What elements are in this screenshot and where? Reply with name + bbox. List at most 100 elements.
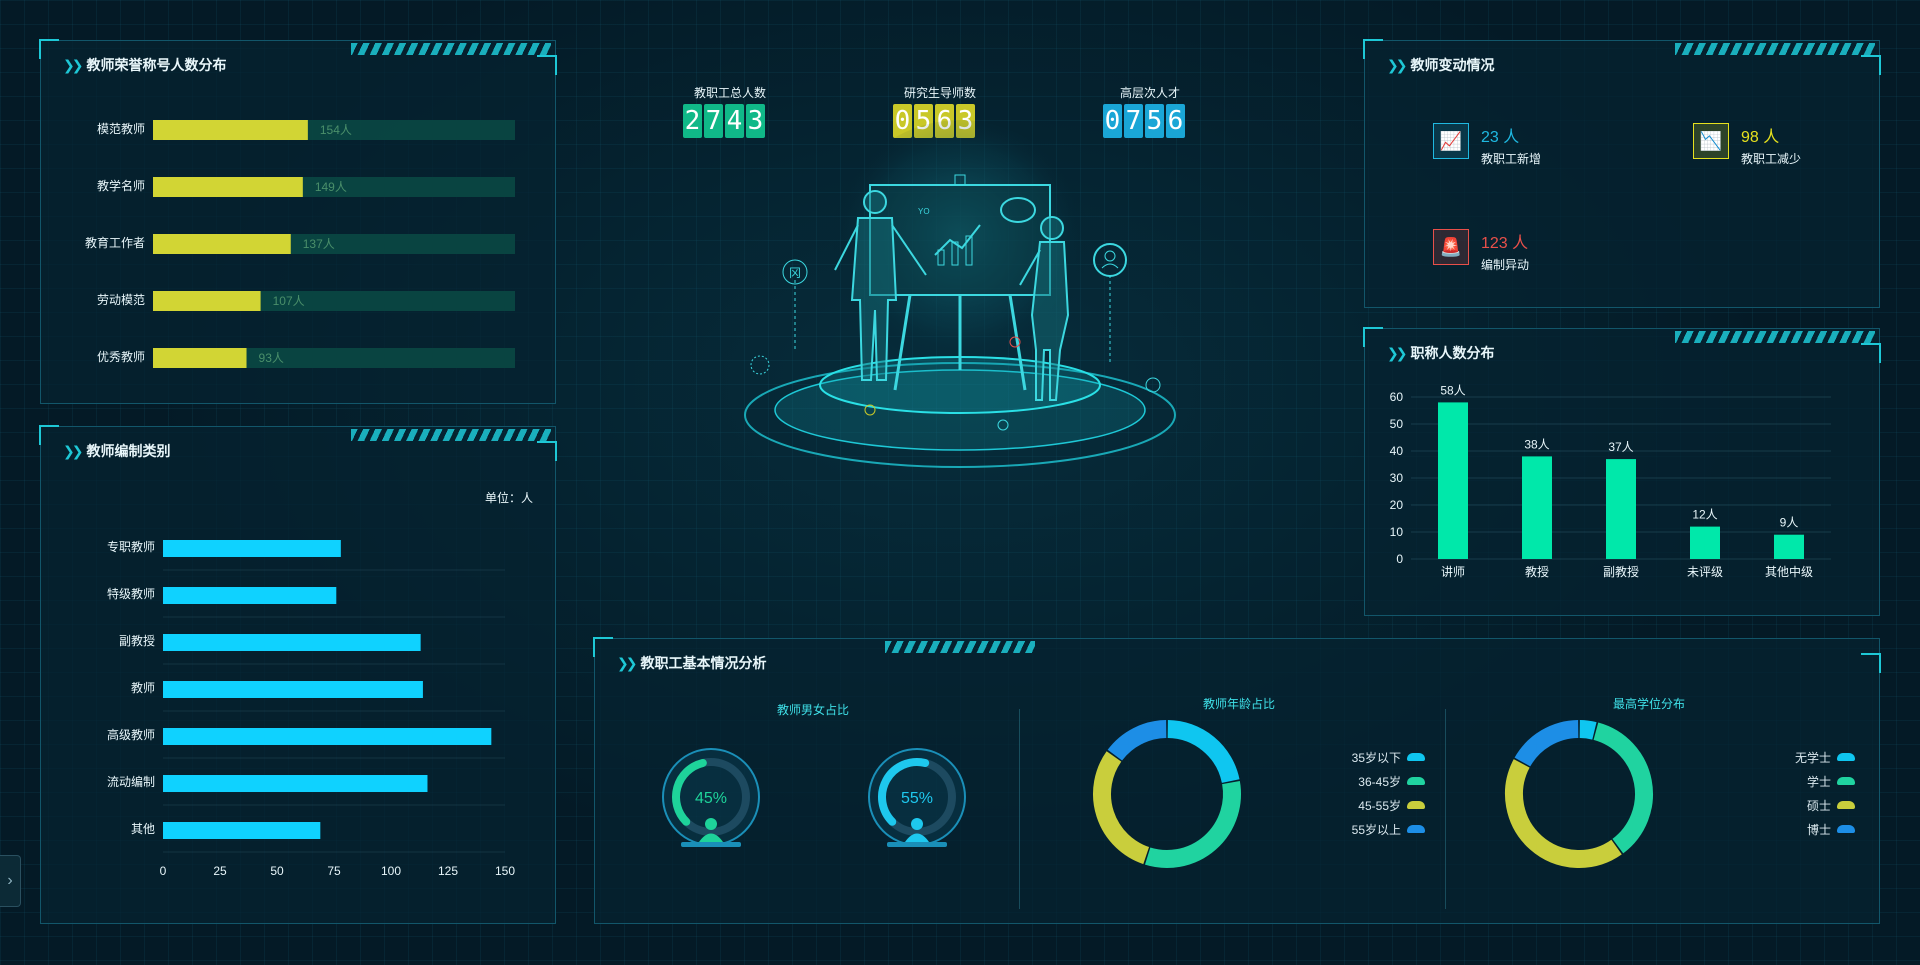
gauge-base (887, 842, 947, 847)
legend-swatch (1407, 825, 1425, 833)
legend-swatch (1407, 801, 1425, 809)
honor-bar (153, 177, 303, 197)
donut-slice (1107, 720, 1167, 761)
counter-label: 研究生导师数 (903, 86, 976, 100)
donut-slice (1144, 781, 1241, 868)
legend-swatch (1407, 753, 1425, 761)
legend-item: 36-45岁 (1325, 769, 1425, 793)
chart-down-icon: 📉 (1693, 123, 1729, 159)
counter-digit: 7 (704, 104, 723, 138)
chevron-right-icon: › (7, 872, 13, 889)
legend-swatch (1837, 801, 1855, 809)
change-item-transfer: 🚨 123 人编制异动 (1433, 229, 1529, 273)
staffing-bar (163, 681, 423, 698)
staffing-bar (163, 540, 341, 557)
panel-corner-decoration (1363, 39, 1383, 59)
honor-bar (153, 291, 261, 311)
donut-slice (1505, 759, 1622, 868)
staffing-bar (163, 728, 492, 745)
panel-corner-decoration (1861, 55, 1881, 75)
chevron-icon: ❯❯ (1387, 56, 1408, 73)
honor-panel: ❯❯ 教师荣誉称号人数分布 模范教师 154人 教学名师 149人 教育工作者 137人 劳动… (39, 39, 557, 404)
legend-item: 55岁以上 (1325, 817, 1425, 841)
staffing-label: 高级教师 (107, 727, 155, 742)
legend-item: 45-55岁 (1325, 793, 1425, 817)
staffing-bar-chart: 专职教师特级教师副教授教师高级教师流动编制其他 0 25 50 75 100 125 150 (107, 539, 515, 878)
legend-swatch (1837, 753, 1855, 761)
title-bar (1522, 456, 1552, 559)
svg-text:冈: 冈 (789, 266, 801, 280)
legend-label: 硕士 (1806, 798, 1831, 813)
x-tick-label: 125 (438, 864, 458, 878)
legend-label: 学士 (1806, 774, 1831, 789)
title-bar (1606, 459, 1636, 559)
donut-slice (1514, 720, 1579, 767)
x-tick-label: 其他中级 (1765, 564, 1813, 579)
y-tick-label: 0 (1396, 552, 1403, 566)
honor-label: 劳动模范 (97, 293, 145, 307)
staffing-label: 特级教师 (107, 586, 155, 601)
panel-stripe-decoration (1675, 43, 1875, 55)
title-bar (1438, 402, 1468, 559)
legend-label: 36-45岁 (1358, 774, 1401, 789)
honor-bar (153, 234, 291, 254)
donut-slice (1167, 720, 1240, 784)
gauge-value: 55% (901, 790, 933, 807)
basic-analysis-panel: ❯❯ 教职工基本情况分析 教师男女占比 教师年龄占比 最高学位分布 45% 55% … (593, 637, 1881, 924)
honor-label: 优秀教师 (97, 349, 145, 364)
donut-slice (1579, 720, 1597, 740)
counter-label: 高层次人才 (1119, 86, 1180, 100)
data-label: 12人 (1692, 508, 1717, 522)
degree-legend: 无学士学士硕士博士 (1745, 745, 1855, 841)
staffing-bar (163, 634, 421, 651)
honor-label: 教育工作者 (85, 235, 145, 250)
staffing-bar (163, 822, 321, 839)
legend-label: 博士 (1806, 822, 1831, 837)
x-tick-label: 150 (495, 864, 515, 878)
gauge-base (681, 842, 741, 847)
honor-value: 93人 (259, 351, 284, 365)
y-tick-label: 10 (1390, 525, 1404, 539)
legend-item: 35岁以下 (1325, 745, 1425, 769)
data-label: 38人 (1524, 437, 1549, 451)
y-tick-label: 20 (1390, 498, 1404, 512)
person-icon (911, 818, 923, 830)
x-tick-label: 75 (327, 864, 341, 878)
legend-swatch (1837, 777, 1855, 785)
x-tick-label: 未评级 (1687, 565, 1723, 579)
y-tick-label: 40 (1390, 444, 1404, 458)
y-tick-label: 30 (1390, 471, 1404, 485)
honor-value: 149人 (315, 180, 347, 194)
data-label: 58人 (1440, 383, 1465, 397)
change-item-new: 📈 23 人教职工新增 (1433, 123, 1541, 167)
donut-slice (1593, 722, 1653, 854)
chart-up-icon: 📈 (1433, 123, 1469, 159)
x-tick-label: 副教授 (1603, 564, 1639, 579)
alarm-icon: 🚨 (1433, 229, 1469, 265)
honor-bar-chart: 模范教师 154人教学名师 149人教育工作者 137人劳动模范 107人优秀教师 93人 (85, 120, 515, 368)
x-tick-label: 50 (270, 864, 284, 878)
legend-item: 硕士 (1745, 793, 1855, 817)
staffing-panel: ❯❯ 教师编制类别 单位：人 专职教师 特级教师 副教授 教师 高级教师 流动编制 其他 0 25… (39, 425, 557, 924)
center-illustration: YO 冈 (744, 120, 1176, 468)
legend-label: 35岁以下 (1351, 750, 1401, 765)
gauge-value: 45% (695, 790, 727, 807)
honor-bar (153, 348, 247, 368)
x-tick-label: 讲师 (1441, 564, 1465, 579)
left-badge: 冈 (782, 259, 808, 350)
honor-value: 154人 (320, 123, 352, 137)
x-tick-label: 0 (160, 864, 167, 878)
title-bar (1690, 526, 1720, 559)
legend-label: 45-55岁 (1358, 798, 1401, 813)
honor-label: 模范教师 (97, 121, 145, 136)
panel-title: ❯❯ 教师变动情况 (1387, 56, 1495, 74)
staffing-label: 专职教师 (107, 539, 155, 554)
x-tick-label: 教授 (1525, 564, 1549, 579)
age-legend: 35岁以下 36-45岁 45-55岁 55岁以上 (1325, 745, 1425, 841)
data-label: 9人 (1780, 516, 1799, 530)
honor-bar (153, 120, 308, 140)
side-expand-tab[interactable]: › (0, 855, 21, 907)
legend-label: 无学士 (1794, 750, 1831, 765)
staffing-label: 流动编制 (107, 774, 155, 789)
data-label: 37人 (1608, 440, 1633, 454)
